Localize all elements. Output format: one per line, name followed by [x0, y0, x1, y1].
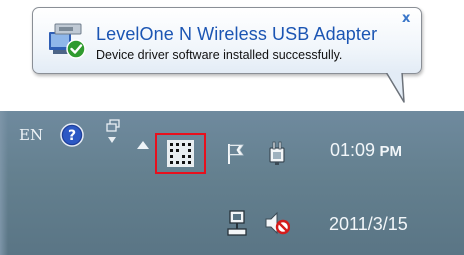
- network-lan-icon[interactable]: [225, 209, 251, 237]
- show-hidden-icons-arrow-icon[interactable]: [137, 141, 149, 149]
- device-driver-installed-icon: [49, 23, 86, 59]
- time-ampm: PM: [379, 143, 403, 160]
- taskbar-notification-area: EN ? 01:09 PM 2011/3/15: [0, 111, 464, 255]
- svg-text:?: ?: [68, 128, 76, 144]
- chevron-down-icon[interactable]: [108, 137, 116, 143]
- power-icon[interactable]: [264, 140, 290, 166]
- notification-message: Device driver software installed success…: [96, 48, 343, 62]
- notification-balloon[interactable]: LevelOne N Wireless USB Adapter Device d…: [32, 7, 422, 74]
- help-icon[interactable]: ?: [60, 123, 84, 147]
- restore-window-icon[interactable]: [105, 119, 121, 133]
- time-value: 01:09: [330, 140, 376, 160]
- wireless-network-icon[interactable]: [167, 140, 194, 167]
- notification-title: LevelOne N Wireless USB Adapter: [96, 24, 378, 44]
- clock-time[interactable]: 01:09 PM: [330, 140, 402, 161]
- close-icon[interactable]: x: [402, 11, 410, 26]
- volume-muted-icon[interactable]: [264, 209, 290, 237]
- taskbar-edge: [0, 111, 8, 255]
- balloon-tail: [385, 72, 405, 103]
- action-center-flag-icon[interactable]: [225, 142, 247, 166]
- clock-date[interactable]: 2011/3/15: [329, 214, 408, 235]
- language-indicator[interactable]: EN: [19, 126, 43, 144]
